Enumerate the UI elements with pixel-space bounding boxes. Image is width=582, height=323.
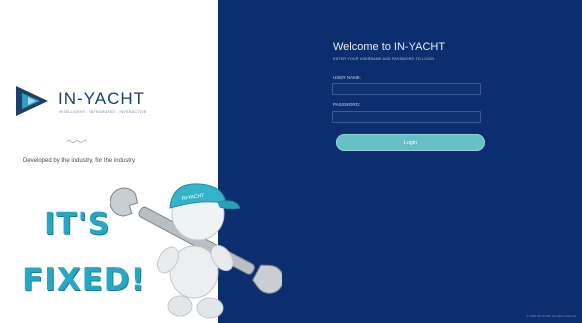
password-input[interactable]	[332, 111, 481, 123]
copyright-text: © 2020 IN-YACHT. All rights reserved	[526, 314, 576, 318]
brand-name: IN-YACHT	[58, 89, 146, 108]
in-yacht-logo-icon	[16, 86, 48, 116]
login-title: Welcome to IN-YACHT	[333, 41, 446, 53]
password-label: PASSWORD:	[333, 102, 361, 107]
brand-tagline: INTELLIGENT - INTEGRATED - INTERACTIVE	[59, 110, 147, 114]
wave-divider-icon	[66, 140, 88, 143]
login-button[interactable]: Login	[336, 134, 485, 151]
username-input[interactable]	[332, 83, 481, 95]
page: IN-YACHT INTELLIGENT - INTEGRATED - INTE…	[0, 0, 582, 323]
username-label: USER NAME:	[333, 75, 362, 80]
login-subtitle: ENTER YOUR USERNAME AND PASSWORD TO LOGI…	[333, 57, 435, 61]
brand-panel: IN-YACHT INTELLIGENT - INTEGRATED - INTE…	[0, 0, 218, 323]
developed-by-text: Developed by the industry, for the indus…	[23, 158, 135, 164]
